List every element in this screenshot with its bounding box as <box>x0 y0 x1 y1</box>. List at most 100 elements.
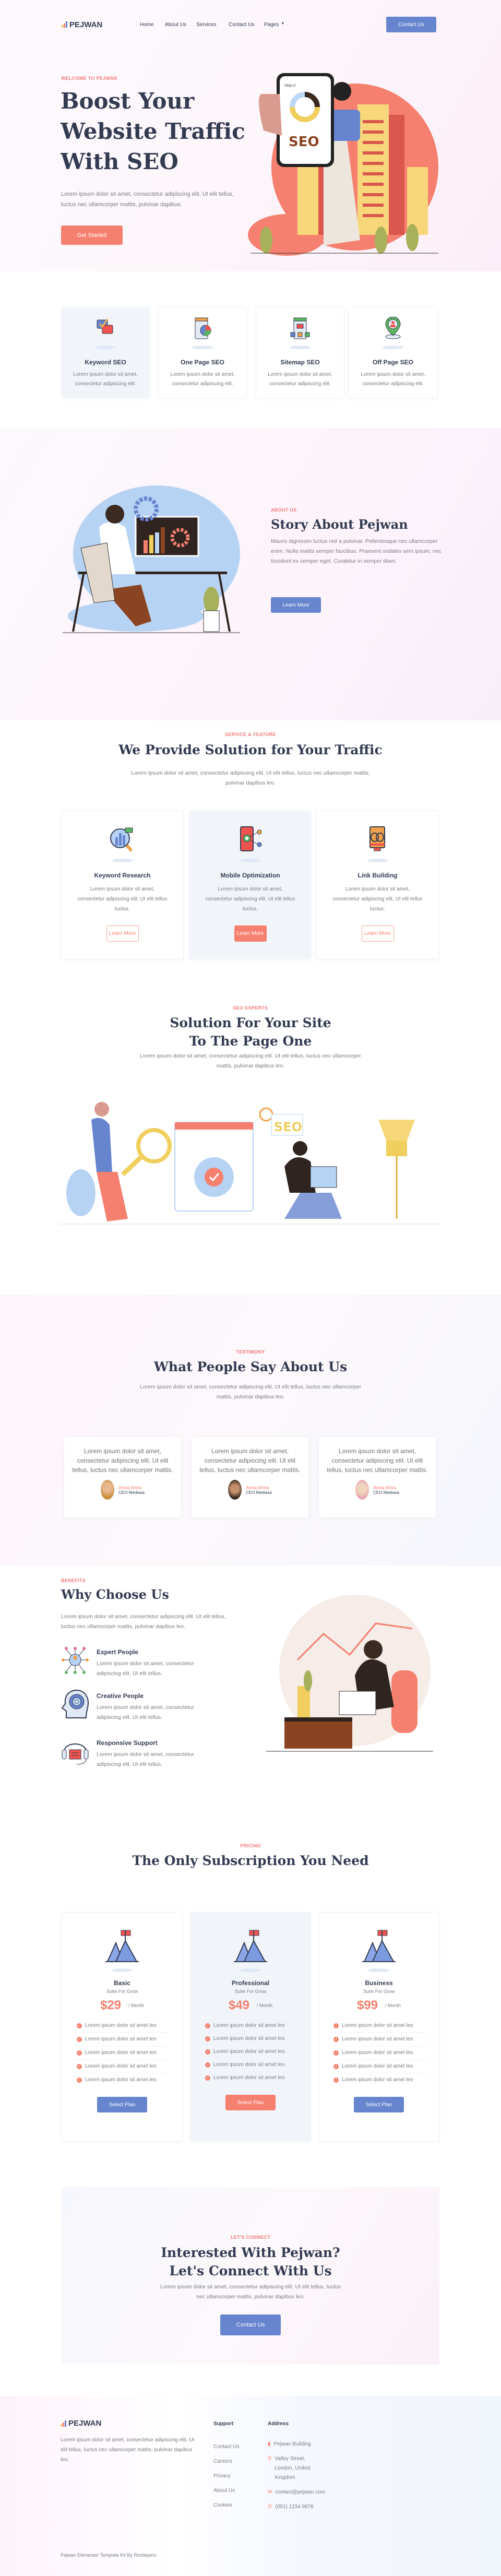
connect-box: LET'S CONNECT Interested With Pejwan? Le… <box>62 2187 439 2365</box>
plan-period: / Month <box>128 2003 145 2008</box>
testimonial-card: Lorem ipsum dolor sit amet, consectetur … <box>318 1437 436 1518</box>
benefit-title: Responsive Support <box>97 1739 158 1747</box>
plan-feature-text: Lorem ipsum dolor sit amet leo <box>342 2077 413 2083</box>
experts-title-line: To The Page One <box>189 1034 312 1049</box>
get-started-button[interactable]: Get Started <box>61 225 123 245</box>
experts-title: Solution For Your Site To The Page One <box>0 1014 501 1050</box>
pricing-card: Business Suite For Grow $99 / Month ✓ Lor… <box>318 1912 439 2142</box>
service-card: Mobile Optimization Lorem ipsum dolor si… <box>189 811 312 959</box>
services-section: SERVICE & FEATURE We Provide Solution fo… <box>0 720 501 981</box>
about-eyebrow: ABOUT US <box>271 507 297 513</box>
sitemap-icon <box>290 317 310 339</box>
check-circle-icon: ✓ <box>205 2062 210 2068</box>
icon-shadow <box>368 1968 389 1972</box>
footer-link-contact[interactable]: Contact Us <box>213 2440 239 2454</box>
select-plan-button[interactable]: Select Plan <box>97 2097 147 2112</box>
footer-link-privacy[interactable]: Privacy <box>213 2469 239 2484</box>
plan-feature-text: Lorem ipsum dolor sit amet leo <box>213 2075 285 2081</box>
select-plan-button[interactable]: Select Plan <box>354 2097 404 2112</box>
hero-title-line: Website Traffic <box>61 118 245 144</box>
brand-logo[interactable]: PEJWAN <box>62 20 140 29</box>
pricing-card: Professional Suite For Grow $49 / Month … <box>190 1912 311 2142</box>
testimony-text: Lorem ipsum dolor sit amet, consectetur … <box>140 1384 361 1400</box>
nav-about[interactable]: About Us <box>165 22 189 28</box>
nav-contact[interactable]: Contact Us <box>229 22 257 28</box>
connect-title-line: Let's Connect With Us <box>169 2263 332 2278</box>
plan-feature: ✓ Lorem ipsum dolor sit amet leo <box>74 2073 171 2086</box>
plan-name: Basic <box>113 1979 131 1987</box>
benefit-text: Lorem ipsum dolor sit amet, consectetur … <box>97 1751 194 1767</box>
plan-name: Professional <box>231 1979 270 1987</box>
plan-subtitle: Suite For Grow <box>363 1989 395 1994</box>
feature-card: Off Page SEO Lorem ipsum dolor sit amet,… <box>348 307 438 398</box>
check-circle-icon: ✓ <box>77 2023 82 2028</box>
check-circle-icon: ✓ <box>77 2050 82 2056</box>
icon-shadow <box>112 1968 133 1972</box>
connect-text: Lorem ipsum dolor sit amet, consectetur … <box>160 2284 341 2300</box>
connect-contact-button[interactable]: Contact Us <box>220 2314 281 2335</box>
experts-illustration: SEO <box>60 1088 441 1232</box>
footer: PEJWAN Lorem ipsum dolor sit amet, conse… <box>0 2396 501 2576</box>
check-circle-icon: ✓ <box>205 2036 210 2041</box>
magnifier-chart-icon <box>110 827 133 852</box>
plan-features: ✓ Lorem ipsum dolor sit amet leo ✓ Lorem i… <box>330 2019 427 2086</box>
service-card: Link Building Lorem ipsum dolor sit amet… <box>316 811 439 959</box>
plan-feature-text: Lorem ipsum dolor sit amet leo <box>213 2062 285 2068</box>
benefits-title: Why Choose Us <box>61 1587 169 1602</box>
testimonial-name: Anna Ahira <box>373 1485 397 1490</box>
feature-card: Sitemap SEO Lorem ipsum dolor sit amet, … <box>256 307 344 398</box>
benefit-item: Expert People Lorem ipsum dolor sit amet,… <box>61 1645 211 1679</box>
plan-feature-text: Lorem ipsum dolor sit amet leo <box>85 2063 157 2069</box>
plan-feature-text: Lorem ipsum dolor sit amet leo <box>342 2036 413 2042</box>
plan-name: Business <box>365 1979 393 1987</box>
pricing-title: The Only Subscription You Need <box>132 1853 369 1868</box>
service-learn-more-button[interactable]: Learn More <box>234 925 267 942</box>
about-text: Mauris dignissim luctus nisl a pulvinar.… <box>271 538 442 564</box>
plan-feature: ✓ Lorem ipsum dolor sit amet leo <box>202 2058 299 2071</box>
footer-link-cookies[interactable]: Cookies <box>213 2498 239 2513</box>
plan-features: ✓ Lorem ipsum dolor sit amet leo ✓ Lorem i… <box>202 2019 299 2084</box>
services-text: Lorem ipsum dolor sit amet, consectetur … <box>131 770 370 786</box>
hero-illustration: http:// SEO <box>245 68 444 256</box>
chevron-down-icon: ▼ <box>281 21 285 26</box>
footer-link-about[interactable]: About Us <box>213 2484 239 2498</box>
feature-text: Lorem ipsum dolor sit amet, consectetur … <box>268 372 332 387</box>
testimonial-name: Anna Ahira <box>246 1485 269 1490</box>
benefit-text: Lorem ipsum dolor sit amet, consectetur … <box>97 1704 194 1720</box>
footer-link-careers[interactable]: Careers <box>213 2454 239 2469</box>
check-circle-icon: ✓ <box>205 2049 210 2055</box>
services-eyebrow: SERVICE & FEATURE <box>225 732 276 737</box>
testimonial-quote: Lorem ipsum dolor sit amet, consectetur … <box>199 1447 301 1474</box>
icon-shadow <box>95 346 116 349</box>
avatar <box>101 1480 115 1500</box>
nav-home[interactable]: Home <box>140 22 157 28</box>
footer-brand-name: PEJWAN <box>68 2419 102 2428</box>
select-plan-button[interactable]: Select Plan <box>225 2095 276 2110</box>
address-email[interactable]: contact@pejwan.com <box>275 2488 325 2497</box>
benefits-eyebrow: BENEFITS <box>61 1578 86 1583</box>
learn-more-button[interactable]: Learn More <box>271 597 321 613</box>
copyright: Pejwan Elementor Template Kit By Rootlay… <box>61 2553 157 2558</box>
plan-features: ✓ Lorem ipsum dolor sit amet leo ✓ Lorem i… <box>74 2019 171 2086</box>
feature-title: Off Page SEO <box>372 359 414 366</box>
mobile-share-icon <box>240 826 261 851</box>
check-circle-icon: ✓ <box>333 2077 339 2083</box>
service-learn-more-button[interactable]: Learn More <box>106 925 139 942</box>
connect-title-line: Interested With Pejwan? <box>161 2245 340 2260</box>
service-title: Link Building <box>357 872 398 879</box>
service-learn-more-button[interactable]: Learn More <box>361 925 394 942</box>
nav-services[interactable]: Services <box>196 22 220 28</box>
plan-feature: ✓ Lorem ipsum dolor sit amet leo <box>330 2046 427 2060</box>
headset-support-icon <box>62 1743 89 1765</box>
footer-brand[interactable]: PEJWAN <box>61 2419 101 2428</box>
nav-contact-button[interactable]: Contact Us <box>386 17 436 32</box>
benefit-item: Creative People Lorem ipsum dolor sit ame… <box>61 1689 211 1723</box>
about-title: Story About Pejwan <box>271 517 408 532</box>
plan-feature: ✓ Lorem ipsum dolor sit amet leo <box>74 2033 171 2046</box>
plan-feature-text: Lorem ipsum dolor sit amet leo <box>342 2063 413 2069</box>
icon-shadow <box>383 346 403 349</box>
plan-feature-text: Lorem ipsum dolor sit amet leo <box>85 2077 157 2083</box>
nav-pages[interactable]: Pages ▼ <box>264 22 284 28</box>
footer-support-links: Contact Us Careers Privacy About Us Cook… <box>213 2440 239 2513</box>
plan-feature-text: Lorem ipsum dolor sit amet leo <box>85 2036 157 2042</box>
